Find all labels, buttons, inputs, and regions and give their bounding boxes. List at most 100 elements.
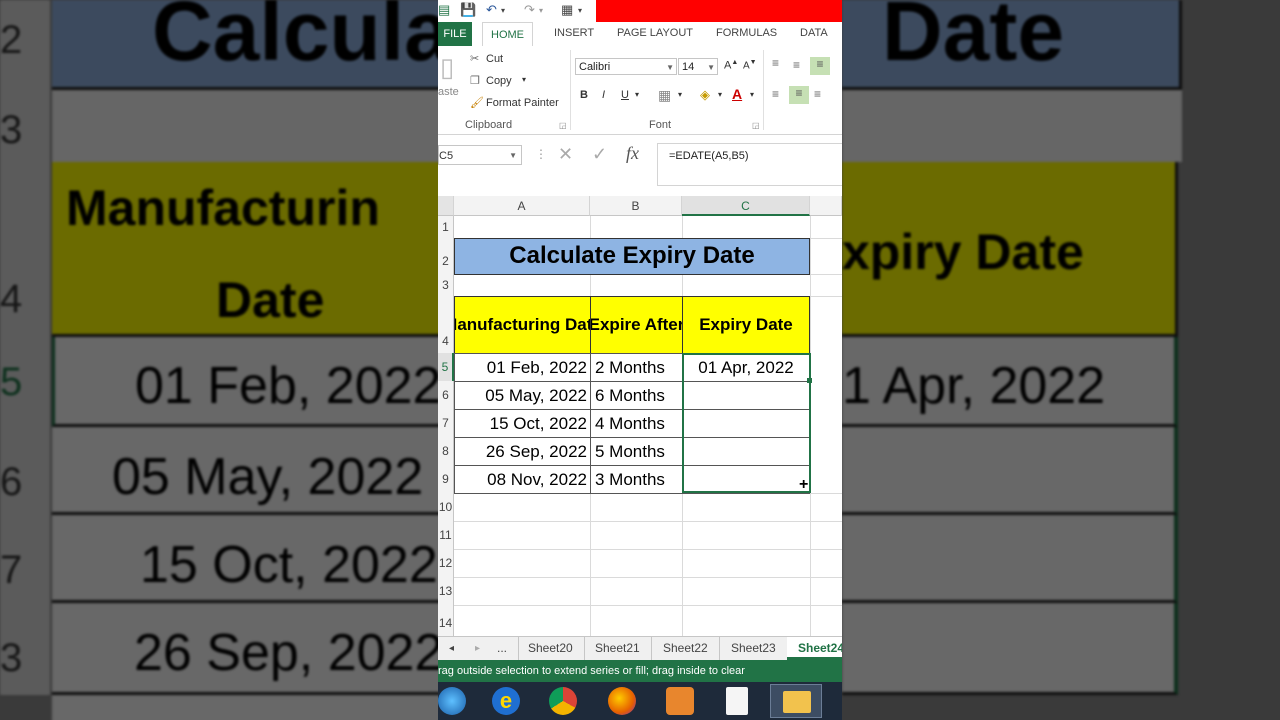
sheet-tab-sheet23[interactable]: Sheet23: [720, 637, 788, 660]
table-cell-date[interactable]: 15 Oct, 2022: [454, 409, 591, 438]
row-header[interactable]: 10: [438, 493, 454, 521]
font-size-combo[interactable]: 14 ▼: [678, 58, 718, 75]
paste-icon[interactable]: ▯: [440, 52, 454, 83]
row-header[interactable]: 13: [438, 577, 454, 605]
grow-font-icon[interactable]: A▲: [724, 59, 738, 72]
undo-dropdown-icon[interactable]: ▾: [501, 6, 505, 15]
table-cell-expiry[interactable]: [682, 409, 810, 438]
align-middle-icon[interactable]: ≡: [793, 58, 800, 72]
tab-insert[interactable]: INSERT: [554, 27, 594, 39]
table-cell-after[interactable]: 3 Months: [590, 465, 683, 494]
format-painter-icon[interactable]: 🖌: [470, 96, 484, 109]
save-icon[interactable]: 💾: [460, 2, 476, 18]
table-cell-expiry[interactable]: [682, 465, 810, 494]
insert-function-button[interactable]: fx: [626, 143, 639, 164]
table-cell-date[interactable]: 01 Feb, 2022: [454, 353, 591, 382]
undo-icon[interactable]: ↶: [486, 2, 497, 18]
redo-icon[interactable]: ↷: [524, 2, 535, 18]
fill-color-icon[interactable]: ◈: [700, 87, 710, 103]
font-color-dropdown-icon[interactable]: ▾: [750, 90, 754, 99]
table-cell-expiry[interactable]: [682, 381, 810, 410]
row-header[interactable]: 4: [438, 296, 454, 353]
tab-home[interactable]: HOME: [482, 22, 533, 48]
cut-icon[interactable]: ✂: [470, 52, 479, 65]
row-header[interactable]: 1: [438, 216, 454, 238]
tab-file[interactable]: FILE: [438, 22, 472, 46]
table-cell-after[interactable]: 5 Months: [590, 437, 683, 466]
align-left-icon[interactable]: ≡: [772, 87, 779, 101]
copy-button[interactable]: Copy: [486, 75, 512, 87]
sheet-tab-sheet22[interactable]: Sheet22: [652, 637, 720, 660]
row-header[interactable]: 2: [438, 238, 454, 274]
bold-button[interactable]: B: [580, 89, 588, 101]
redo-dropdown-icon[interactable]: ▾: [539, 6, 543, 15]
row-header[interactable]: 8: [438, 437, 454, 465]
borders-icon[interactable]: ▦: [658, 87, 671, 104]
align-right-icon[interactable]: ≡: [814, 87, 821, 101]
row-header[interactable]: 3: [438, 274, 454, 296]
enter-icon[interactable]: ✓: [592, 144, 607, 165]
row-header[interactable]: 9: [438, 465, 454, 493]
table-cell-after[interactable]: 4 Months: [590, 409, 683, 438]
row-header[interactable]: 12: [438, 549, 454, 577]
internet-explorer-icon[interactable]: e: [492, 687, 520, 715]
tab-formulas[interactable]: FORMULAS: [716, 27, 777, 39]
start-button-icon[interactable]: [438, 687, 466, 715]
tab-data[interactable]: DATA: [800, 27, 828, 39]
align-bottom-icon[interactable]: ≡: [810, 57, 830, 75]
cut-button[interactable]: Cut: [486, 53, 503, 65]
clipboard-launcher-icon[interactable]: ◲: [559, 121, 567, 130]
customize-qat-icon[interactable]: ▾: [578, 6, 582, 15]
table-cell-date[interactable]: 26 Sep, 2022: [454, 437, 591, 466]
name-box[interactable]: C5 ▼: [438, 145, 522, 165]
shrink-font-icon[interactable]: A▼: [743, 59, 757, 71]
chrome-icon[interactable]: [549, 687, 577, 715]
column-header-b[interactable]: B: [590, 196, 682, 216]
font-color-icon[interactable]: A: [732, 86, 742, 102]
worksheet-grid[interactable]: A B C 1 2 3 4 5 6 7 8 9 10 11 12 13 14 C…: [438, 196, 842, 636]
table-cell-date[interactable]: 05 May, 2022: [454, 381, 591, 410]
column-header-a[interactable]: A: [454, 196, 590, 216]
sheet-tab-sheet20[interactable]: Sheet20: [517, 637, 585, 660]
fill-handle[interactable]: [807, 378, 812, 383]
fill-color-dropdown-icon[interactable]: ▾: [718, 90, 722, 99]
cancel-icon[interactable]: ✕: [558, 144, 573, 165]
underline-button[interactable]: U: [621, 89, 629, 101]
table-cell-after[interactable]: 2 Months: [590, 353, 683, 382]
borders-icon[interactable]: ▦: [561, 2, 573, 18]
firefox-icon[interactable]: [608, 687, 636, 715]
table-cell-after[interactable]: 6 Months: [590, 381, 683, 410]
table-cell-expiry[interactable]: [682, 437, 810, 466]
header-expiry-date[interactable]: Expiry Date: [682, 296, 810, 354]
table-cell-expiry[interactable]: 01 Apr, 2022: [682, 353, 810, 382]
copy-dropdown-icon[interactable]: ▾: [522, 75, 526, 84]
format-painter-button[interactable]: Format Painter: [486, 97, 559, 109]
italic-button[interactable]: I: [602, 89, 605, 101]
formula-input[interactable]: =EDATE(A5,B5): [657, 143, 842, 186]
copy-icon[interactable]: ❐: [470, 74, 480, 87]
header-manufacturing-date[interactable]: Manufacturing Date: [454, 296, 591, 354]
scroll-left-icon[interactable]: ◂: [438, 637, 465, 660]
borders-dropdown-icon[interactable]: ▾: [678, 90, 682, 99]
font-name-combo[interactable]: Calibri ▼: [575, 58, 677, 75]
row-header[interactable]: 7: [438, 409, 454, 437]
column-header-c[interactable]: C: [682, 196, 810, 216]
column-header-d[interactable]: [810, 196, 842, 216]
more-sheets-button[interactable]: ...: [486, 637, 520, 660]
underline-dropdown-icon[interactable]: ▾: [635, 90, 639, 99]
table-cell-date[interactable]: 08 Nov, 2022: [454, 465, 591, 494]
select-all-corner[interactable]: [438, 196, 454, 216]
sheet-tab-sheet21[interactable]: Sheet21: [584, 637, 652, 660]
font-launcher-icon[interactable]: ◲: [752, 121, 760, 130]
tab-page-layout[interactable]: PAGE LAYOUT: [617, 27, 693, 39]
paste-label[interactable]: aste: [438, 86, 459, 98]
align-center-icon[interactable]: ≡: [789, 86, 809, 104]
media-player-icon[interactable]: [666, 687, 694, 715]
file-icon[interactable]: [726, 687, 748, 715]
row-header[interactable]: 11: [438, 521, 454, 549]
header-expire-after[interactable]: Expire After: [590, 296, 683, 354]
taskbar-active-app[interactable]: [770, 684, 822, 718]
align-top-icon[interactable]: ≡: [772, 56, 779, 70]
row-header[interactable]: 5: [438, 353, 454, 381]
row-header[interactable]: 14: [438, 605, 454, 636]
